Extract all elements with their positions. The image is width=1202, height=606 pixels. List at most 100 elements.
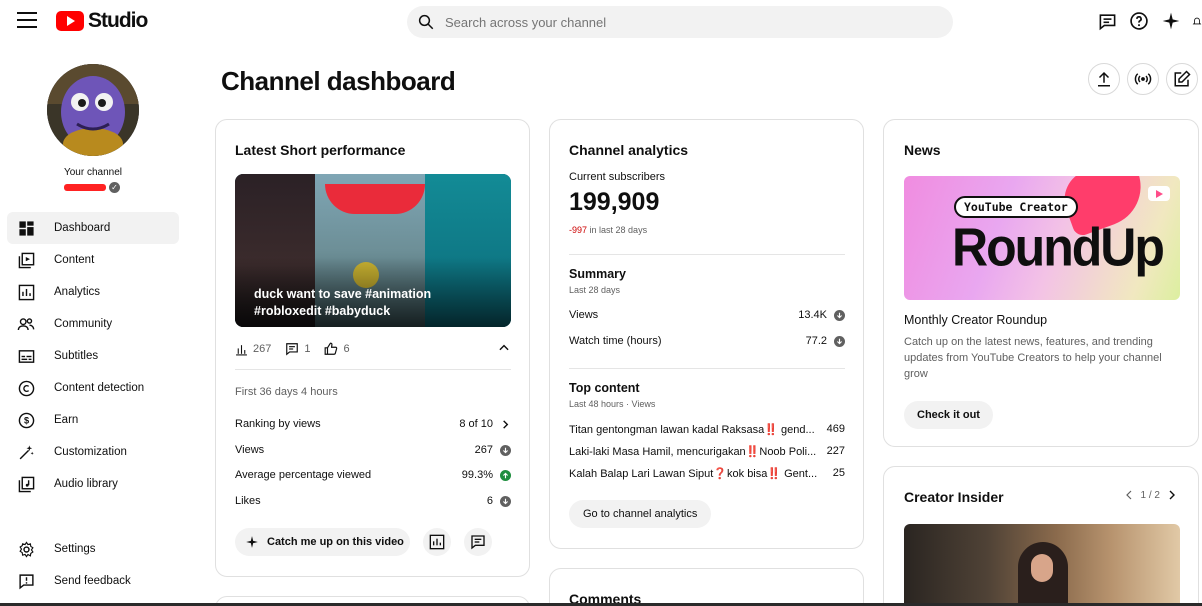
view-comments-button[interactable] xyxy=(464,528,492,556)
sparkle-icon xyxy=(246,536,258,548)
sidebar-item-community[interactable]: Community xyxy=(7,308,179,340)
metric-label: Views xyxy=(569,309,599,321)
gear-icon xyxy=(17,540,35,558)
metric-value: 6 xyxy=(486,495,493,507)
view-analytics-button[interactable] xyxy=(423,528,451,556)
pager-text: 1 / 2 xyxy=(1140,489,1160,501)
content-icon xyxy=(17,251,35,269)
subscribers-label: Current subscribers xyxy=(569,171,665,183)
metric-label: Ranking by views xyxy=(235,418,321,430)
card-title: Channel analytics xyxy=(569,142,689,158)
comments-count: 1 xyxy=(304,343,311,355)
arrow-down-icon xyxy=(834,309,845,321)
create-post-button[interactable] xyxy=(1166,63,1198,95)
search-input[interactable] xyxy=(445,14,925,30)
sidebar-item-label: Customization xyxy=(54,446,127,458)
latest-short-card: Latest Short performance duck want to sa… xyxy=(215,119,530,577)
chevron-up-icon[interactable] xyxy=(497,341,511,355)
sidebar-item-customization[interactable]: Customization xyxy=(7,436,179,468)
top-bar: Studio xyxy=(0,0,1202,44)
sidebar-item-label: Settings xyxy=(54,543,96,555)
channel-analytics-card: Channel analytics Current subscribers 19… xyxy=(549,119,864,549)
upload-button[interactable] xyxy=(1088,63,1120,95)
likes-count: 6 xyxy=(343,343,350,355)
top-content-row[interactable]: Titan gentongman lawan kadal Raksasa‼️ g… xyxy=(569,423,845,436)
thumbs-up-icon xyxy=(325,342,338,355)
comment-icon xyxy=(471,535,485,550)
top-content-row[interactable]: Laki-laki Masa Hamil, mencurigakan‼️Noob… xyxy=(569,445,845,458)
analytics-icon xyxy=(17,283,35,301)
channel-name[interactable]: ✓ xyxy=(64,182,120,193)
top-content-title-text: Laki-laki Masa Hamil, mencurigakan‼️Noob… xyxy=(569,446,817,458)
card-title: News xyxy=(904,142,941,158)
notifications-icon[interactable] xyxy=(1192,10,1202,32)
metric-row-likes: Likes 6 xyxy=(235,492,511,510)
metric-label: Likes xyxy=(235,495,261,507)
chevron-right-icon[interactable] xyxy=(1166,489,1178,501)
arrow-down-icon xyxy=(500,444,511,456)
sidebar-bottom-nav: Settings Send feedback xyxy=(7,533,179,597)
metric-value: 13.4K xyxy=(798,309,827,321)
creator-insider-card: Creator Insider 1 / 2 xyxy=(883,466,1199,606)
sidebar-item-audio-library[interactable]: Audio library xyxy=(7,468,179,500)
your-channel-label: Your channel xyxy=(63,167,122,178)
short-caption: duck want to save #animation #robloxedit… xyxy=(254,287,432,318)
sidebar: Your channel ✓ Dashboard Content Analyti… xyxy=(0,44,190,606)
comment-icon xyxy=(286,343,299,356)
analytics-icon xyxy=(429,534,445,550)
subscribers-change-period: in last 28 days xyxy=(589,225,648,235)
sidebar-item-send-feedback[interactable]: Send feedback xyxy=(7,565,179,597)
chevron-right-icon[interactable] xyxy=(500,419,511,430)
creator-insider-pager: 1 / 2 xyxy=(1123,489,1178,501)
views-count: 267 xyxy=(253,343,272,355)
summary-title: Summary xyxy=(569,267,626,281)
card-title: Creator Insider xyxy=(904,489,1004,505)
sidebar-item-dashboard[interactable]: Dashboard xyxy=(7,212,179,244)
go-to-analytics-button[interactable]: Go to channel analytics xyxy=(569,500,712,528)
top-content-row[interactable]: Kalah Balap Lari Lawan Siput❓kok bisa‼️ … xyxy=(569,467,845,480)
sidebar-item-content[interactable]: Content xyxy=(7,244,179,276)
community-icon xyxy=(17,315,35,333)
sidebar-item-analytics[interactable]: Analytics xyxy=(7,276,179,308)
period-label: First 36 days 4 hours xyxy=(235,386,338,398)
sidebar-item-label: Analytics xyxy=(54,286,101,298)
dollar-icon: $ xyxy=(17,411,35,429)
studio-logo[interactable]: Studio xyxy=(56,9,148,33)
chevron-left-icon[interactable] xyxy=(1123,489,1135,501)
svg-text:$: $ xyxy=(23,415,28,425)
sidebar-item-settings[interactable]: Settings xyxy=(7,533,179,565)
sidebar-item-earn[interactable]: $ Earn xyxy=(7,404,179,436)
go-live-button[interactable] xyxy=(1127,63,1159,95)
search-bar[interactable] xyxy=(407,6,953,38)
summary-period: Last 28 days xyxy=(569,285,621,295)
catch-me-up-button[interactable]: Catch me up on this video xyxy=(235,528,410,556)
news-image[interactable]: YouTube Creator RoundUp xyxy=(904,176,1180,300)
short-thumbnail[interactable]: duck want to save #animation #robloxedit… xyxy=(235,174,511,327)
news-body: Catch up on the latest news, features, a… xyxy=(904,336,1162,380)
metric-label: Watch time (hours) xyxy=(569,335,662,347)
sidebar-item-content-detection[interactable]: Content detection xyxy=(7,372,179,404)
news-card: News YouTube Creator RoundUp Monthly Cre… xyxy=(883,119,1199,447)
edit-icon xyxy=(1174,70,1191,87)
top-content-period: Last 48 hours · Views xyxy=(569,399,656,409)
sidebar-item-label: Content xyxy=(54,254,95,266)
menu-icon[interactable] xyxy=(17,12,37,30)
magic-wand-icon xyxy=(17,443,35,461)
arrow-up-icon xyxy=(500,469,511,481)
messages-icon[interactable] xyxy=(1096,10,1118,32)
top-content-views: 25 xyxy=(832,467,845,479)
help-icon[interactable] xyxy=(1128,10,1150,32)
sparkle-icon[interactable] xyxy=(1160,10,1182,32)
creator-insider-thumbnail[interactable] xyxy=(904,524,1180,606)
arrow-down-icon xyxy=(834,335,845,347)
card-title: Latest Short performance xyxy=(235,142,406,158)
news-headline: Monthly Creator Roundup xyxy=(904,313,1048,327)
search-icon xyxy=(407,13,445,31)
channel-avatar[interactable] xyxy=(47,64,139,156)
sidebar-item-label: Subtitles xyxy=(54,350,99,362)
top-content-views: 469 xyxy=(826,423,845,435)
metric-row-ranking[interactable]: Ranking by views 8 of 10 xyxy=(235,415,511,433)
sidebar-item-subtitles[interactable]: Subtitles xyxy=(7,340,179,372)
check-it-out-button[interactable]: Check it out xyxy=(904,401,993,429)
metric-value: 8 of 10 xyxy=(459,418,493,430)
